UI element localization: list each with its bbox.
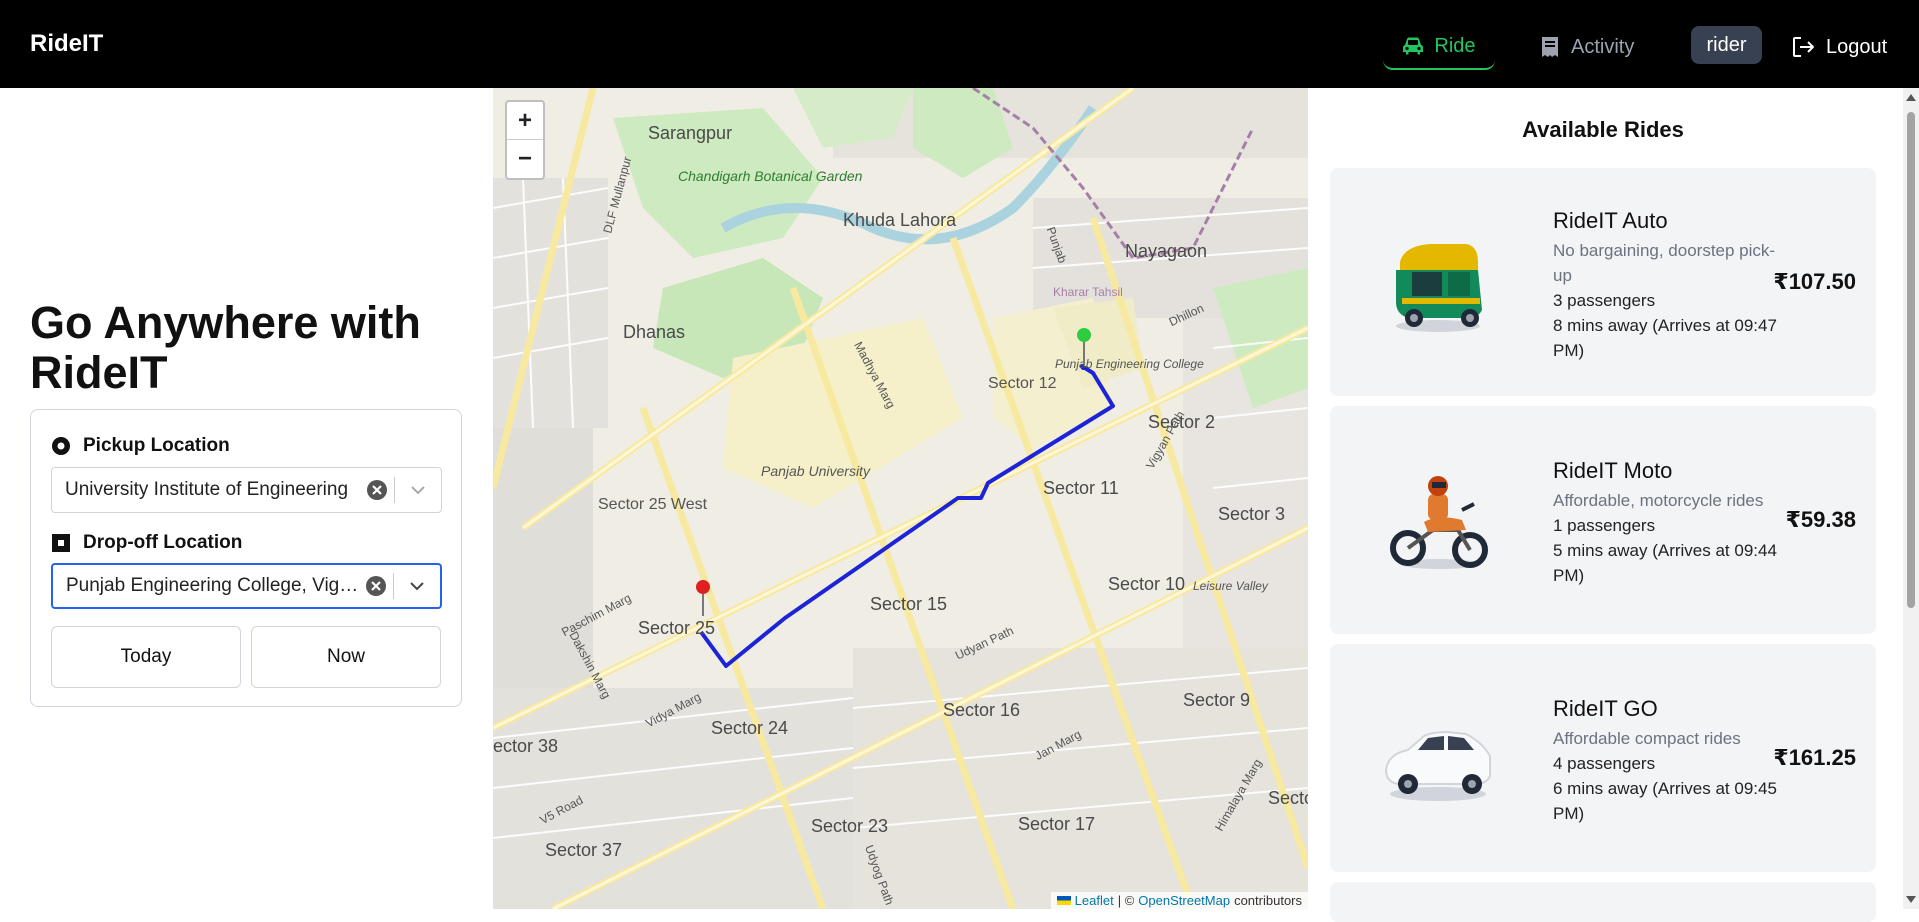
pickup-location-select[interactable]: University Institute of Engineering: [51, 467, 442, 513]
ride-name: RideIT Auto: [1553, 208, 1668, 233]
car-icon: [1384, 730, 1491, 801]
map-label: Sector 25 West: [598, 496, 708, 513]
ride-info: RideIT GO Affordable compact rides 4 pas…: [1553, 694, 1783, 826]
map-label: Sector 16: [943, 700, 1021, 720]
ride-passengers: 4 passengers: [1553, 754, 1656, 773]
ride-description: No bargaining, doorstep pick-up: [1553, 241, 1776, 285]
map-label: Sector 3: [1218, 504, 1286, 524]
map-attribution: Leaflet | © OpenStreetMap contributors: [1050, 892, 1308, 909]
ride-description: Affordable, motorcycle rides: [1553, 491, 1764, 510]
hero-title: Go Anywhere with RideIT: [30, 297, 421, 398]
ride-info: RideIT Moto Affordable, motorcycle rides…: [1553, 456, 1783, 588]
ride-request-form: Pickup Location University Institute of …: [30, 409, 462, 707]
map-label: Panjab University: [761, 463, 870, 479]
map-zoom-control: + −: [505, 100, 545, 180]
dropoff-location-value: Punjab Engineering College, Vigy...: [66, 575, 359, 596]
ride-option-card[interactable]: RideIT Moto Affordable, motorcycle rides…: [1330, 406, 1876, 634]
ride-name: RideIT GO: [1553, 696, 1658, 721]
scroll-down-icon[interactable]: [1906, 896, 1916, 903]
time-button[interactable]: Now: [251, 626, 441, 688]
map-label: Sector 15: [870, 594, 948, 614]
motorcycle-icon: [1390, 476, 1488, 569]
dropoff-label: Drop-off Location: [83, 532, 243, 553]
nav-activity-tab[interactable]: Activity: [1541, 24, 1634, 70]
map-label: Kharar Tahsil: [1053, 285, 1123, 299]
map-label: Sector 9: [1183, 690, 1251, 710]
nav-ride-tab[interactable]: Ride: [1383, 24, 1495, 70]
map-label: Chandigarh Botanical Garden: [678, 168, 863, 184]
ride-info: RideIT Auto No bargaining, doorstep pick…: [1553, 206, 1783, 363]
ride-description: Affordable compact rides: [1553, 729, 1741, 748]
rides-scrollbar[interactable]: [1903, 88, 1919, 909]
nav-activity-label: Activity: [1571, 35, 1635, 58]
auto-rickshaw-icon: [1396, 244, 1482, 332]
map-label: Sarangpur: [648, 123, 733, 143]
ride-price: ₹107.50: [1773, 269, 1856, 294]
chevron-down-icon[interactable]: [394, 581, 440, 591]
scroll-up-icon[interactable]: [1906, 94, 1916, 101]
map-view[interactable]: Sarangpur Chandigarh Botanical Garden Kh…: [493, 88, 1308, 909]
osm-link[interactable]: OpenStreetMap: [1138, 893, 1230, 908]
pickup-label: Pickup Location: [83, 435, 230, 456]
ride-eta: 5 mins away (Arrives at 09:44 PM): [1553, 541, 1777, 585]
ride-eta: 8 mins away (Arrives at 09:47 PM): [1553, 316, 1777, 360]
user-badge[interactable]: rider: [1691, 26, 1762, 64]
dropoff-label-row: Drop-off Location: [51, 532, 242, 554]
map-label: Sector 23: [811, 816, 889, 836]
ride-price: ₹161.25: [1773, 745, 1856, 770]
zoom-out-button[interactable]: −: [507, 140, 543, 178]
ride-passengers: 1 passengers: [1553, 516, 1656, 535]
map-label: Leisure Valley: [1193, 579, 1268, 593]
scrollbar-thumb[interactable]: [1907, 112, 1915, 608]
ride-name: RideIT Moto: [1553, 458, 1673, 483]
pickup-location-value: University Institute of Engineering: [65, 479, 349, 500]
map-label: ector 38: [493, 736, 559, 756]
logout-icon: [1793, 37, 1814, 57]
ride-option-card[interactable]: RideIT GO Affordable compact rides 4 pas…: [1330, 644, 1876, 872]
pickup-dot-icon: [52, 437, 70, 455]
ride-option-card[interactable]: [1330, 882, 1876, 922]
ride-option-card[interactable]: RideIT Auto No bargaining, doorstep pick…: [1330, 168, 1876, 396]
receipt-icon: [1542, 37, 1558, 57]
dropoff-clear-icon[interactable]: [359, 575, 393, 597]
dropoff-location-select[interactable]: Punjab Engineering College, Vigy...: [51, 563, 442, 609]
logout-button[interactable]: Logout: [1792, 24, 1887, 70]
ride-price: ₹59.38: [1785, 507, 1856, 532]
dropoff-marker-icon[interactable]: [693, 578, 713, 618]
nav-ride-label: Ride: [1434, 34, 1476, 57]
dropoff-square-icon: [52, 534, 70, 552]
pickup-label-row: Pickup Location: [51, 435, 230, 457]
attribution-separator: | ©: [1117, 893, 1135, 908]
brand-logo[interactable]: RideIT: [30, 30, 103, 58]
chevron-down-icon[interactable]: [395, 485, 441, 495]
map-label: Khuda Lahora: [843, 210, 957, 230]
map-label: Sector 11: [1043, 478, 1119, 498]
map-label: Nayagaon: [1125, 241, 1208, 261]
map-label: Sector 25: [638, 618, 716, 638]
pickup-clear-icon[interactable]: [360, 479, 394, 501]
car-icon: [1403, 37, 1424, 55]
leaflet-link[interactable]: Leaflet: [1075, 893, 1114, 908]
pickup-marker-icon[interactable]: [1074, 326, 1094, 366]
attribution-tail: contributors: [1234, 893, 1302, 908]
zoom-in-button[interactable]: +: [507, 102, 543, 140]
ride-passengers: 3 passengers: [1553, 291, 1656, 310]
map-label: Sector 17: [1018, 814, 1096, 834]
map-label: Sector 37: [545, 840, 623, 860]
ukraine-flag-icon: [1056, 896, 1071, 905]
logout-label: Logout: [1826, 35, 1888, 58]
ride-eta: 6 mins away (Arrives at 09:45 PM): [1553, 779, 1777, 823]
rides-title: Available Rides: [1522, 117, 1684, 142]
available-rides-panel: Available Rides RideIT Auto No bargainin…: [1308, 88, 1919, 922]
date-button[interactable]: Today: [51, 626, 241, 688]
top-navbar: RideIT Ride Activity rider Logout: [0, 0, 1919, 88]
map-label: Secto: [1268, 788, 1308, 808]
map-label: Dhanas: [623, 322, 686, 342]
map-label: Sector 12: [988, 375, 1057, 392]
map-label: Sector 10: [1108, 574, 1186, 594]
map-label: Sector 24: [711, 718, 789, 738]
